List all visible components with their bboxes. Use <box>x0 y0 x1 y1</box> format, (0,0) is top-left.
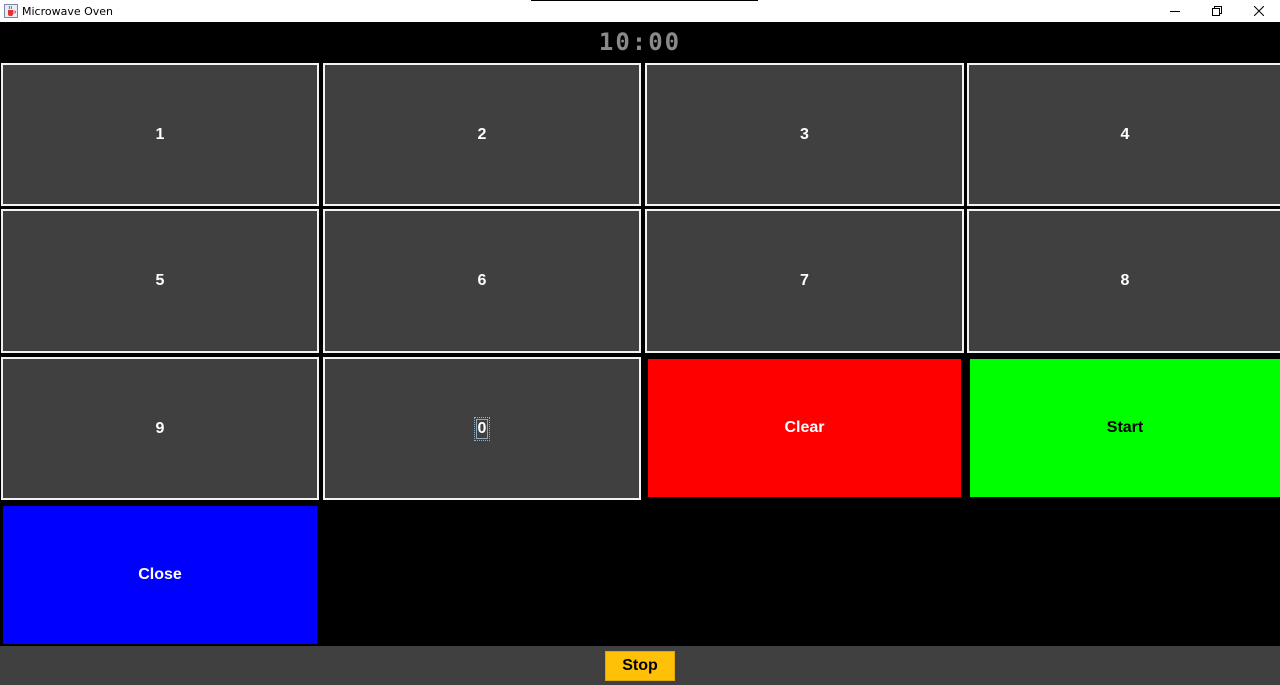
start-label: Start <box>1106 419 1144 436</box>
time-display: 10:00 <box>598 28 682 56</box>
digit-6-button[interactable]: 6 <box>323 209 641 353</box>
clear-label: Clear <box>784 419 825 436</box>
digit-label: 5 <box>155 272 165 289</box>
clear-button[interactable]: Clear <box>648 359 961 497</box>
digit-label: 3 <box>800 125 809 143</box>
restore-icon <box>1212 6 1222 16</box>
close-window-button[interactable] <box>1238 0 1280 22</box>
title-bar: Microwave Oven <box>0 0 1280 22</box>
digit-label: 9 <box>155 419 165 437</box>
close-label: Close <box>138 566 182 583</box>
digit-8-button[interactable]: 8 <box>967 209 1280 353</box>
minimize-icon <box>1170 11 1180 12</box>
digit-label: 4 <box>1120 125 1130 143</box>
digit-5-button[interactable]: 5 <box>1 209 319 353</box>
title-divider <box>531 0 758 1</box>
digit-2-button[interactable]: 2 <box>323 63 641 206</box>
start-button[interactable]: Start <box>970 359 1280 497</box>
digit-4-button[interactable]: 4 <box>967 63 1280 206</box>
close-icon <box>1254 6 1264 16</box>
close-button[interactable]: Close <box>3 506 317 644</box>
minimize-button[interactable] <box>1154 0 1196 22</box>
bottom-bar: Stop <box>0 646 1280 685</box>
digit-label: 7 <box>800 272 809 289</box>
digit-label: 0 <box>473 416 491 441</box>
stop-button[interactable]: Stop <box>605 650 675 681</box>
restore-button[interactable] <box>1196 0 1238 22</box>
digit-label: 8 <box>1120 272 1130 289</box>
digit-1-button[interactable]: 1 <box>1 63 319 206</box>
stop-label: Stop <box>622 656 658 674</box>
digit-9-button[interactable]: 9 <box>1 357 319 500</box>
digit-label: 2 <box>477 125 487 143</box>
java-cup-icon <box>4 4 18 18</box>
digit-0-button[interactable]: 0 <box>323 357 641 500</box>
digit-label: 1 <box>155 125 165 143</box>
digit-3-button[interactable]: 3 <box>645 63 964 206</box>
digit-label: 6 <box>477 272 487 289</box>
digit-7-button[interactable]: 7 <box>645 209 964 353</box>
time-display-panel: 10:00 <box>0 22 1280 62</box>
window-title: Microwave Oven <box>22 4 114 18</box>
